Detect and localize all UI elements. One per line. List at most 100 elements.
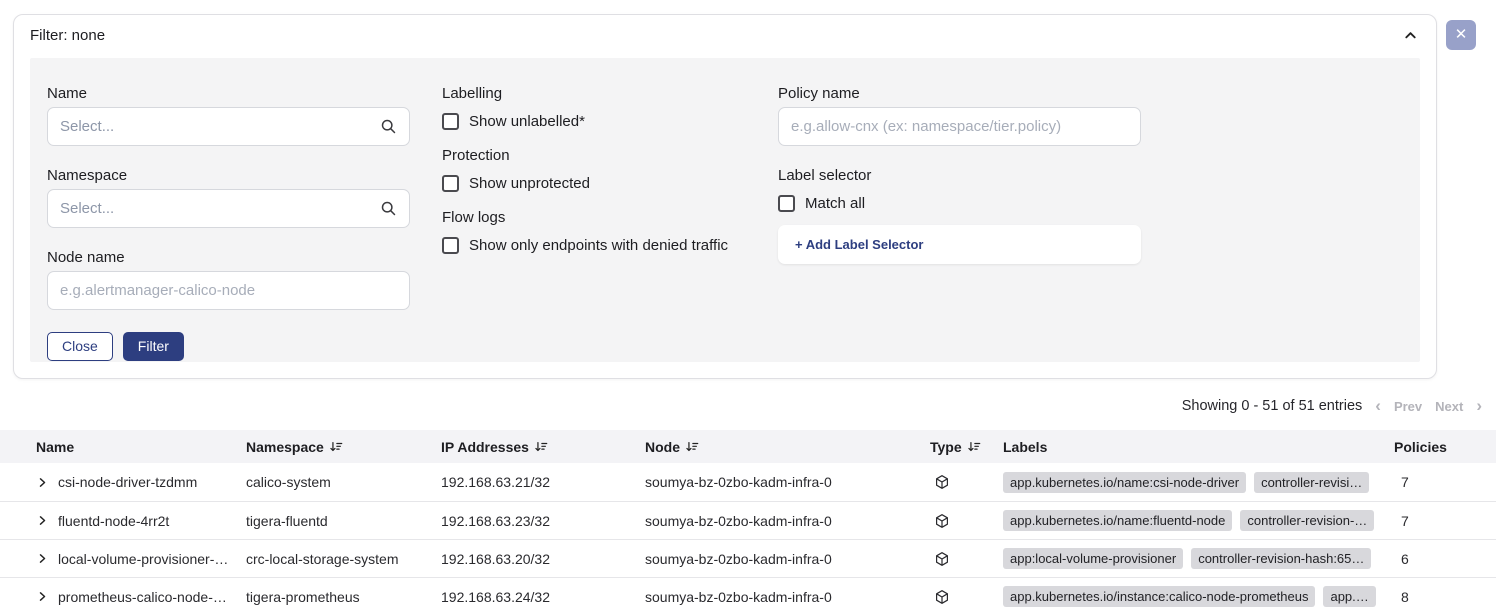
- policies-count: 7: [1394, 474, 1496, 490]
- label-chip: controller-revisi…: [1254, 472, 1369, 493]
- name-select-input[interactable]: [60, 118, 372, 135]
- add-label-selector-button[interactable]: + Add Label Selector: [778, 225, 1141, 264]
- show-unprotected-option: Show unprotected: [442, 175, 745, 192]
- prev-arrow-icon[interactable]: ‹: [1375, 399, 1381, 413]
- match-all-label: Match all: [805, 195, 865, 212]
- show-unlabelled-checkbox[interactable]: [442, 113, 459, 130]
- close-button[interactable]: Close: [47, 332, 113, 361]
- endpoint-ip: 192.168.63.21/32: [441, 474, 645, 490]
- entries-count: Showing 0 - 51 of 51 entries: [1182, 398, 1363, 414]
- filter-panel: Filter: none Name Namespace Node name Cl…: [13, 14, 1437, 379]
- labelling-label: Labelling: [442, 85, 745, 102]
- filter-form: Name Namespace Node name Close Filter La…: [30, 58, 1420, 362]
- endpoint-node: soumya-bz-0zbo-kadm-infra-0: [645, 551, 930, 567]
- pod-icon: [934, 474, 950, 490]
- policy-name-field[interactable]: [778, 107, 1141, 146]
- policy-name-label: Policy name: [778, 85, 1141, 102]
- endpoint-namespace: tigera-prometheus: [246, 589, 441, 605]
- prev-button[interactable]: Prev: [1394, 399, 1422, 414]
- show-unlabelled-option: Show unlabelled*: [442, 113, 745, 130]
- node-name-input[interactable]: [60, 282, 397, 299]
- table-row[interactable]: local-volume-provisioner-… crc-local-sto…: [0, 539, 1496, 577]
- expand-row-icon[interactable]: [36, 552, 49, 565]
- column-header-namespace[interactable]: Namespace: [246, 439, 441, 455]
- chevron-up-icon: [1403, 28, 1418, 43]
- flow-logs-label: Flow logs: [442, 209, 745, 226]
- policies-count: 8: [1394, 589, 1496, 605]
- endpoint-node: soumya-bz-0zbo-kadm-infra-0: [645, 474, 930, 490]
- match-all-option: Match all: [778, 195, 1141, 212]
- filter-button[interactable]: Filter: [123, 332, 184, 361]
- match-all-checkbox[interactable]: [778, 195, 795, 212]
- collapse-panel-button[interactable]: [1401, 26, 1420, 45]
- close-icon[interactable]: ✕: [1446, 20, 1476, 50]
- endpoint-ip: 192.168.63.20/32: [441, 551, 645, 567]
- label-chip: controller-revision-hash:65…: [1191, 548, 1371, 569]
- filter-form-column-3: Policy name Label selector Match all + A…: [778, 85, 1141, 362]
- endpoint-namespace: tigera-fluentd: [246, 513, 441, 529]
- namespace-select[interactable]: [47, 189, 410, 228]
- pagination-bar: Showing 0 - 51 of 51 entries ‹ Prev Next…: [0, 398, 1482, 414]
- column-header-node[interactable]: Node: [645, 439, 930, 455]
- expand-row-icon[interactable]: [36, 590, 49, 603]
- show-unprotected-label: Show unprotected: [469, 175, 590, 192]
- filter-form-column-2: Labelling Show unlabelled* Protection Sh…: [442, 85, 745, 362]
- endpoint-name: csi-node-driver-tzdmm: [58, 474, 197, 490]
- column-header-policies: Policies: [1394, 439, 1496, 455]
- label-chip: app:local-volume-provisioner: [1003, 548, 1183, 569]
- sort-icon: [329, 440, 343, 454]
- show-unprotected-checkbox[interactable]: [442, 175, 459, 192]
- column-header-type[interactable]: Type: [930, 439, 1003, 455]
- next-arrow-icon[interactable]: ›: [1476, 399, 1482, 413]
- endpoint-namespace: calico-system: [246, 474, 441, 490]
- protection-label: Protection: [442, 147, 745, 164]
- search-icon: [380, 118, 397, 135]
- filter-actions: Close Filter: [47, 332, 410, 361]
- filter-form-column-1: Name Namespace Node name Close Filter: [47, 85, 410, 362]
- column-header-ip-addresses[interactable]: IP Addresses: [441, 439, 645, 455]
- pod-icon: [934, 551, 950, 567]
- table-row[interactable]: prometheus-calico-node-… tigera-promethe…: [0, 577, 1496, 615]
- label-chip: app.kubernetes.io/instance:calico-node-p…: [1003, 586, 1315, 607]
- filter-panel-header: Filter: none: [14, 15, 1436, 45]
- sort-icon: [967, 440, 981, 454]
- endpoint-node: soumya-bz-0zbo-kadm-infra-0: [645, 513, 930, 529]
- pod-icon: [934, 513, 950, 529]
- name-select[interactable]: [47, 107, 410, 146]
- column-header-labels: Labels: [1003, 439, 1394, 455]
- endpoint-namespace: crc-local-storage-system: [246, 551, 441, 567]
- endpoint-name: fluentd-node-4rr2t: [58, 513, 169, 529]
- label-chip: app.kubernetes.io/name:csi-node-driver: [1003, 472, 1246, 493]
- show-unlabelled-label: Show unlabelled*: [469, 113, 585, 130]
- endpoints-table: Name Namespace IP Addresses Node Type La…: [0, 430, 1496, 615]
- table-row[interactable]: csi-node-driver-tzdmm calico-system 192.…: [0, 463, 1496, 501]
- label-chip: app.kubernetes.io/name:fluentd-node: [1003, 510, 1232, 531]
- name-label: Name: [47, 85, 410, 102]
- add-label-selector-label: + Add Label Selector: [795, 237, 923, 252]
- expand-row-icon[interactable]: [36, 514, 49, 527]
- node-name-label: Node name: [47, 249, 410, 266]
- policy-name-input[interactable]: [791, 118, 1128, 135]
- table-row[interactable]: fluentd-node-4rr2t tigera-fluentd 192.16…: [0, 501, 1496, 539]
- column-header-name[interactable]: Name: [0, 439, 246, 455]
- namespace-label: Namespace: [47, 167, 410, 184]
- filter-title: Filter: none: [30, 27, 105, 44]
- sort-icon: [534, 440, 548, 454]
- expand-row-icon[interactable]: [36, 476, 49, 489]
- table-header-row: Name Namespace IP Addresses Node Type La…: [0, 430, 1496, 463]
- next-button[interactable]: Next: [1435, 399, 1463, 414]
- policies-count: 6: [1394, 551, 1496, 567]
- label-chip: controller-revision-…: [1240, 510, 1374, 531]
- pod-icon: [934, 589, 950, 605]
- policies-count: 7: [1394, 513, 1496, 529]
- denied-traffic-option: Show only endpoints with denied traffic: [442, 237, 745, 254]
- endpoint-ip: 192.168.63.23/32: [441, 513, 645, 529]
- endpoint-node: soumya-bz-0zbo-kadm-infra-0: [645, 589, 930, 605]
- node-name-field[interactable]: [47, 271, 410, 310]
- label-chip: app.…: [1323, 586, 1375, 607]
- namespace-select-input[interactable]: [60, 200, 372, 217]
- endpoint-name: local-volume-provisioner-…: [58, 551, 228, 567]
- denied-traffic-checkbox[interactable]: [442, 237, 459, 254]
- denied-traffic-label: Show only endpoints with denied traffic: [469, 237, 728, 254]
- label-selector-label: Label selector: [778, 167, 1141, 184]
